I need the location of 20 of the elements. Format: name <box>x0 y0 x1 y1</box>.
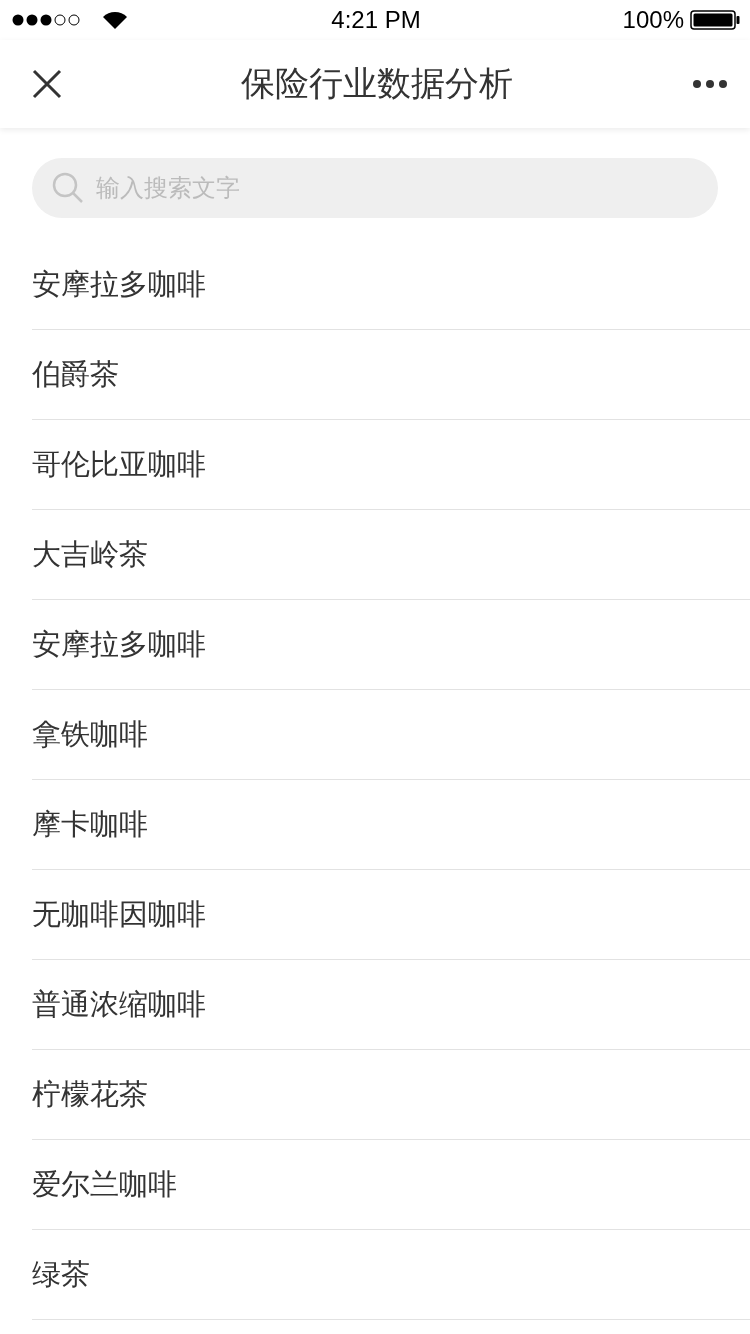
list-item[interactable]: 摩卡咖啡 <box>32 804 148 845</box>
list-item[interactable]: 大吉岭茶 <box>32 534 148 575</box>
list-item[interactable]: 伯爵茶 <box>32 354 119 395</box>
list-item[interactable]: 爱尔兰咖啡 <box>32 1164 177 1205</box>
wifi-icon <box>102 10 128 30</box>
list-item[interactable]: 普通浓缩咖啡 <box>32 984 206 1025</box>
battery-icon <box>690 10 740 30</box>
page-title: 保险行业数据分析 <box>241 62 513 105</box>
battery-percent: 100% <box>622 6 684 34</box>
list-item[interactable]: 哥伦比亚咖啡 <box>32 444 206 485</box>
close-icon <box>32 69 62 99</box>
more-icon <box>692 79 728 89</box>
list-item[interactable]: 安摩拉多咖啡 <box>32 264 206 305</box>
search-icon <box>52 172 84 204</box>
list-item[interactable]: 无咖啡因咖啡 <box>32 894 206 935</box>
list-item[interactable]: 绿茶 <box>32 1254 90 1295</box>
status-time: 4:21 PM <box>331 6 421 34</box>
list-item[interactable]: 拿铁咖啡 <box>32 714 148 755</box>
list-item[interactable]: 安摩拉多咖啡 <box>32 624 206 665</box>
list-item[interactable]: 柠檬花茶 <box>32 1074 148 1115</box>
